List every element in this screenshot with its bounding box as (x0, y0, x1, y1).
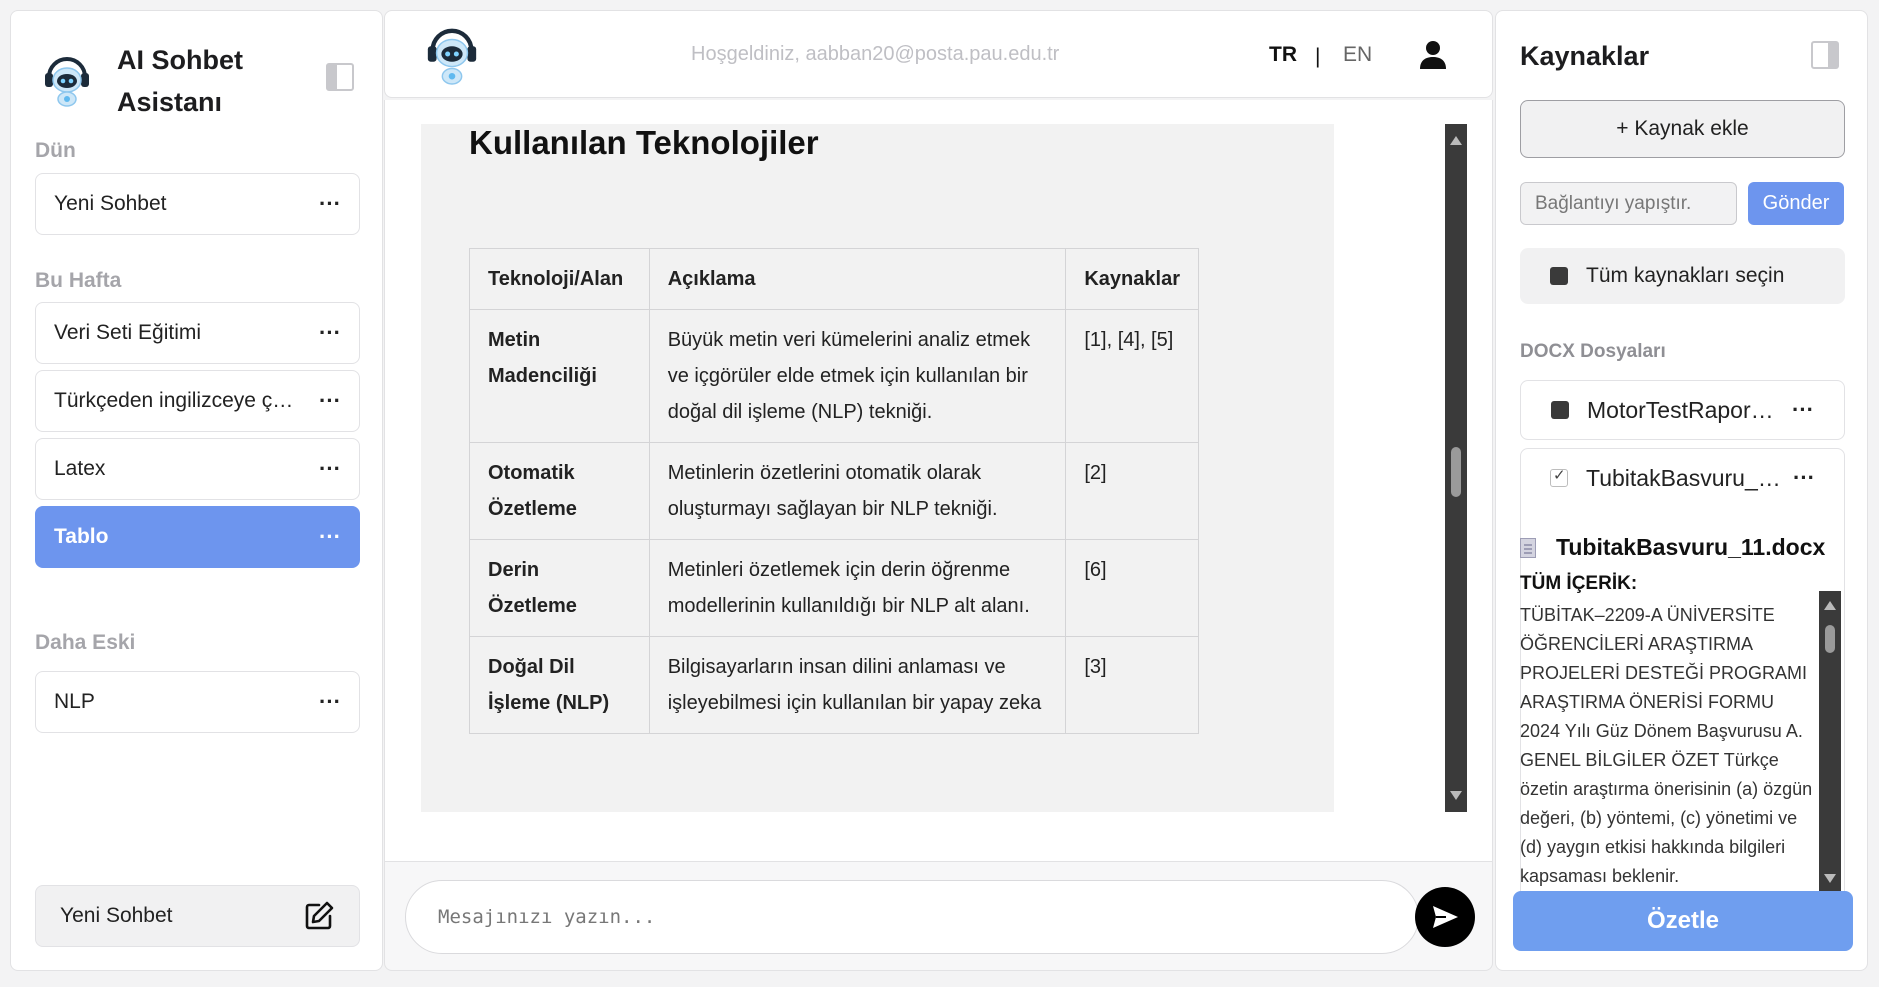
scroll-down-icon[interactable] (1450, 791, 1462, 800)
ellipsis-icon[interactable]: ··· (319, 691, 341, 713)
table-row: Derin Özetleme Metinleri özetlemek için … (469, 539, 1199, 637)
chat-item-label: Tablo (54, 525, 109, 548)
send-link-button[interactable]: Gönder (1748, 182, 1844, 225)
group-label-this-week: Bu Hafta (35, 269, 122, 292)
table-row: Otomatik Özetleme Metinlerin özetlerini … (469, 442, 1199, 540)
table-cell: Doğal Dil İşleme (NLP) (469, 636, 650, 734)
lang-separator: | (1315, 45, 1321, 68)
ellipsis-icon[interactable]: ··· (319, 390, 341, 412)
preview-filename-text: TubitakBasvuru_11.docx (1556, 534, 1826, 560)
file-item-tubitak[interactable]: TubitakBasvuru_11.docx ··· (1520, 448, 1845, 508)
chat-item-label: Veri Seti Eğitimi (54, 321, 202, 344)
new-chat-label: Yeni Sohbet (60, 904, 173, 927)
chat-item-label: Yeni Sohbet (54, 192, 167, 215)
table-cell: Metinleri özetlemek için derin öğrenme m… (648, 539, 1067, 637)
table-cell: Bilgisayarların insan dilini anlaması ve… (648, 636, 1067, 734)
table-row: Metin Madenciliği Büyük metin veri kümel… (469, 309, 1199, 443)
summarize-button[interactable]: Özetle (1513, 891, 1853, 951)
file-label: MotorTestRaporu.docx (1587, 396, 1780, 423)
robot-logo-icon (45, 57, 89, 107)
app-title: AI Sohbet Asistanı (117, 45, 243, 117)
chat-scrollbar[interactable] (1445, 124, 1467, 812)
scroll-up-icon[interactable] (1824, 601, 1836, 610)
table-cell: [3] (1065, 636, 1199, 734)
send-button[interactable] (1415, 887, 1475, 947)
table-cell: [6] (1065, 539, 1199, 637)
table-cell: Metinlerin özetlerini otomatik olarak ol… (648, 442, 1067, 540)
preview-filename: TubitakBasvuru_11.docx (1520, 534, 1825, 561)
table-cell: [1], [4], [5] (1065, 309, 1199, 443)
sources-panel: Kaynaklar + Kaynak ekle Gönder Tüm kayna… (1495, 10, 1868, 971)
scroll-thumb[interactable] (1825, 625, 1835, 653)
select-all-sources[interactable]: Tüm kaynakları seçin (1520, 248, 1845, 304)
scroll-down-icon[interactable] (1824, 874, 1836, 883)
new-chat-button[interactable]: Yeni Sohbet (35, 885, 360, 947)
docx-section-label: DOCX Dosyaları (1520, 341, 1666, 362)
sources-title: Kaynaklar (1520, 41, 1650, 71)
file-checkbox[interactable] (1551, 401, 1569, 419)
ellipsis-icon[interactable]: ··· (1793, 465, 1815, 491)
file-item-motortest[interactable]: MotorTestRaporu.docx ··· (1520, 380, 1845, 440)
ellipsis-icon[interactable]: ··· (319, 458, 341, 480)
ellipsis-icon[interactable]: ··· (319, 193, 341, 215)
add-source-button[interactable]: + Kaynak ekle (1520, 100, 1845, 158)
file-label: TubitakBasvuru_11.docx (1586, 464, 1782, 491)
group-label-older: Daha Eski (35, 631, 136, 654)
sidebar: AI Sohbet Asistanı Dün Yeni Sohbet ··· B… (10, 10, 383, 971)
chat-item-latex[interactable]: Latex ··· (35, 438, 360, 500)
chat-item-yeni-sohbet[interactable]: Yeni Sohbet ··· (35, 173, 360, 235)
scroll-up-icon[interactable] (1450, 136, 1462, 145)
content-label: TÜM İÇERİK: (1520, 573, 1638, 594)
ellipsis-icon[interactable]: ··· (319, 322, 341, 344)
message-heading: Kullanılan Teknolojiler (469, 124, 819, 161)
document-content: TÜBİTAK–2209-A ÜNİVERSİTE ÖĞRENCİLERİ AR… (1520, 605, 1813, 886)
chat-item-ceviri[interactable]: Türkçeden ingilizceye çeviri ··· (35, 370, 360, 432)
edit-icon (305, 901, 334, 930)
link-input[interactable] (1520, 182, 1737, 225)
table-cell: [2] (1065, 442, 1199, 540)
scroll-thumb[interactable] (1451, 447, 1461, 497)
table-cell: Metin Madenciliği (469, 309, 650, 443)
table-header-cell: Açıklama (648, 248, 1067, 310)
table-cell: Derin Özetleme (469, 539, 650, 637)
table-header-cell: Teknoloji/Alan (469, 248, 650, 310)
user-icon[interactable] (1417, 39, 1449, 71)
chat-item-label: NLP (54, 690, 95, 713)
table-header-row: Teknoloji/Alan Açıklama Kaynaklar (469, 248, 1199, 310)
table-header-cell: Kaynaklar (1065, 248, 1199, 310)
lang-en-button[interactable]: EN (1343, 43, 1372, 67)
table-cell: Otomatik Özetleme (469, 442, 650, 540)
ellipsis-icon[interactable]: ··· (1792, 397, 1814, 423)
select-all-label: Tüm kaynakları seçin (1586, 264, 1785, 287)
chat-item-nlp[interactable]: NLP ··· (35, 671, 360, 733)
message-input[interactable] (405, 880, 1419, 954)
brand: AI Sohbet Asistanı (37, 39, 287, 123)
chat-item-tablo[interactable]: Tablo ··· (35, 506, 360, 568)
chat-item-label: Latex (54, 457, 106, 480)
table-cell: Büyük metin veri kümelerini analiz etmek… (648, 309, 1067, 443)
select-all-checkbox[interactable] (1550, 267, 1568, 285)
header: Hoşgeldiniz, aabban20@posta.pau.edu.tr T… (384, 10, 1493, 98)
panel-toggle-icon[interactable] (1811, 41, 1839, 69)
file-checkbox[interactable] (1550, 466, 1568, 487)
sidebar-toggle-icon[interactable] (326, 63, 354, 91)
lang-tr-button[interactable]: TR (1269, 43, 1297, 67)
composer (384, 861, 1493, 971)
send-icon (1433, 906, 1458, 928)
table-row: Doğal Dil İşleme (NLP) Bilgisayarların i… (469, 636, 1199, 734)
group-label-yesterday: Dün (35, 139, 76, 162)
chat-item-veri-seti[interactable]: Veri Seti Eğitimi ··· (35, 302, 360, 364)
chat-item-label: Türkçeden ingilizceye çeviri (54, 389, 302, 412)
robot-logo-icon (427, 28, 477, 85)
document-scrollbar[interactable] (1819, 591, 1841, 891)
document-icon (1520, 537, 1536, 558)
chat-area: Kullanılan Teknolojiler Teknoloji/Alan A… (384, 100, 1493, 865)
assistant-message: Kullanılan Teknolojiler Teknoloji/Alan A… (421, 124, 1334, 812)
welcome-text: Hoşgeldiniz, aabban20@posta.pau.edu.tr (691, 43, 1060, 65)
ellipsis-icon[interactable]: ··· (319, 526, 341, 548)
technologies-table: Teknoloji/Alan Açıklama Kaynaklar Metin … (469, 248, 1199, 734)
